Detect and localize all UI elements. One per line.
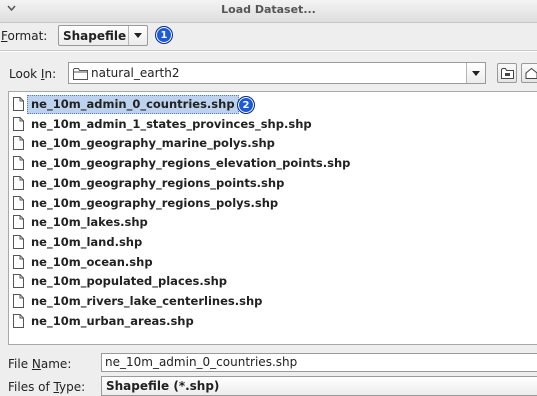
file-icon bbox=[13, 294, 24, 308]
file-list-item-name: ne_10m_admin_1_states_provinces_shp.shp bbox=[31, 116, 312, 131]
file-list-item-name: ne_10m_ocean.shp bbox=[31, 254, 153, 269]
file-icon bbox=[13, 175, 24, 190]
title-bar: Load Dataset... bbox=[0, 0, 537, 23]
file-list-item-name: ne_10m_urban_areas.shp bbox=[31, 313, 194, 328]
up-folder-button[interactable] bbox=[497, 63, 517, 83]
file-icon bbox=[13, 274, 24, 289]
file-list-item-name: ne_10m_admin_0_countries.shp bbox=[27, 95, 239, 114]
file-icon bbox=[13, 156, 24, 171]
file-list-item-name: ne_10m_geography_regions_polys.shp bbox=[31, 195, 279, 210]
callout-badge-1: 1 bbox=[155, 26, 173, 44]
file-type-select[interactable]: Shapefile (*.shp) bbox=[101, 376, 537, 396]
file-icon bbox=[13, 254, 24, 269]
format-row: Format: Shapefile bbox=[0, 24, 537, 48]
format-label: Format: bbox=[1, 29, 48, 43]
separator bbox=[0, 50, 537, 52]
file-icon bbox=[13, 97, 24, 111]
callout-badge-2: 2 bbox=[237, 96, 255, 114]
look-in-dropdown-button[interactable] bbox=[466, 63, 485, 83]
file-list-item-name: ne_10m_geography_marine_polys.shp bbox=[31, 136, 275, 151]
file-list-item-name: ne_10m_lakes.shp bbox=[31, 215, 148, 230]
file-type-label: Files of Type: bbox=[8, 380, 86, 394]
file-icon bbox=[13, 136, 24, 151]
up-folder-icon bbox=[501, 68, 514, 79]
look-in-value: natural_earth2 bbox=[91, 66, 180, 80]
file-icon bbox=[13, 313, 24, 328]
file-list[interactable]: ne_10m_admin_0_countries.shp ne_10m_admin… bbox=[8, 91, 537, 345]
file-list-item-name: ne_10m_geography_regions_points.shp bbox=[31, 175, 285, 190]
file-icon bbox=[13, 195, 24, 210]
file-name-value: ne_10m_admin_0_countries.shp bbox=[105, 355, 298, 369]
format-dropdown-button[interactable] bbox=[128, 26, 147, 45]
look-in-combo[interactable]: natural_earth2 bbox=[68, 62, 486, 84]
home-button[interactable] bbox=[521, 63, 537, 83]
file-icon bbox=[13, 234, 24, 249]
folder-icon bbox=[73, 68, 88, 80]
file-list-item-name: ne_10m_geography_regions_elevation_point… bbox=[31, 156, 351, 171]
look-in-label: Look In: bbox=[9, 67, 57, 81]
file-list-item-name: ne_10m_land.shp bbox=[31, 234, 143, 249]
triangle-down-icon bbox=[134, 33, 142, 38]
home-icon bbox=[525, 68, 537, 79]
window-title: Load Dataset... bbox=[221, 3, 316, 16]
file-type-value: Shapefile (*.shp) bbox=[106, 379, 220, 393]
file-icon bbox=[13, 116, 24, 131]
format-select[interactable]: Shapefile bbox=[58, 25, 148, 46]
file-list-item-name: ne_10m_populated_places.shp bbox=[31, 274, 228, 289]
format-select-value: Shapefile bbox=[63, 29, 127, 43]
triangle-down-icon bbox=[472, 71, 480, 76]
file-name-input[interactable]: ne_10m_admin_0_countries.shp bbox=[101, 353, 537, 372]
file-list-item-name: ne_10m_rivers_lake_centerlines.shp bbox=[31, 294, 263, 308]
file-icon bbox=[13, 215, 24, 230]
file-name-label: File Name: bbox=[8, 357, 72, 371]
